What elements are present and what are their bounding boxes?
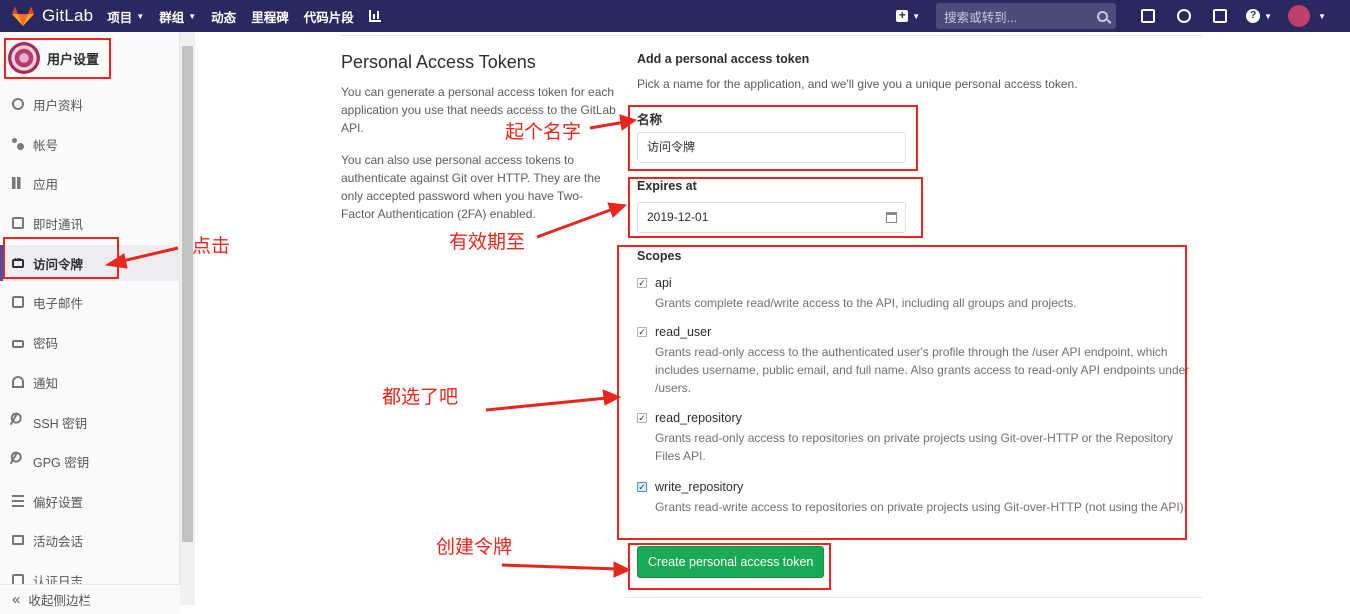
preferences-icon [12, 495, 24, 507]
annotation-click: 点击 [192, 235, 231, 257]
double-chevron-left-icon: « [12, 591, 21, 608]
lock-icon [12, 340, 24, 348]
chevron-down-icon: ▼ [1318, 11, 1326, 21]
search-icon [1097, 10, 1109, 22]
sidebar-item-chat[interactable]: 即时通讯 [0, 205, 180, 241]
gitlab-logo[interactable]: GitLab [12, 0, 107, 32]
chevron-down-icon: ▼ [136, 11, 145, 21]
chevron-down-icon: ▼ [912, 11, 921, 21]
search-input[interactable]: 搜索或转到... [936, 3, 1117, 29]
profile-icon [12, 98, 24, 110]
page-title: Personal Access Tokens [341, 52, 536, 72]
collapse-sidebar-button[interactable]: « 收起侧边栏 [0, 584, 180, 614]
key-icon [9, 413, 27, 431]
form-title: Add a personal access token [637, 52, 810, 66]
sidebar-scrollbar[interactable] [180, 32, 195, 605]
sidebar-item-gpg-keys[interactable]: GPG 密钥 [0, 443, 180, 479]
sidebar-item-preferences[interactable]: 偏好设置 [0, 483, 180, 519]
divider [340, 35, 1202, 36]
user-avatar [1288, 5, 1311, 27]
sidebar-item-password[interactable]: 密码 [0, 324, 180, 360]
plus-icon: + [896, 9, 909, 22]
annotation-box-access-tokens [3, 237, 119, 279]
sidebar-item-ssh-keys[interactable]: SSH 密钥 [0, 404, 180, 440]
help-dropdown[interactable]: ? ▼ [1246, 9, 1272, 23]
brand-name: GitLab [42, 6, 94, 25]
settings-sidebar: 用户设置 用户资料 帐号 应用 即时通讯 访问令牌 电子邮件 密码 通知 SSH… [0, 32, 180, 614]
sidebar-item-active-sessions[interactable]: 活动会话 [0, 522, 180, 558]
scrollbar-thumb[interactable] [182, 46, 193, 542]
nav-chart-icon[interactable] [368, 10, 381, 22]
annotation-box-create [628, 543, 831, 590]
annotation-expiry: 有效期至 [449, 231, 526, 253]
chevron-down-icon: ▼ [1264, 11, 1273, 21]
sidebar-item-account[interactable]: 帐号 [0, 126, 180, 162]
annotation-box-sidebar-header [4, 38, 111, 79]
sidebar-item-emails[interactable]: 电子邮件 [0, 284, 180, 320]
key-icon [9, 452, 27, 470]
sidebar-item-notifications[interactable]: 通知 [0, 364, 180, 400]
nav-projects[interactable]: 项目 ▼ [107, 7, 144, 26]
annotation-name-it: 起个名字 [505, 121, 582, 143]
form-hint: Pick a name for the application, and we'… [637, 77, 1078, 91]
monitor-icon [12, 535, 24, 545]
todo-icon[interactable] [1213, 9, 1228, 23]
chat-icon [12, 217, 24, 229]
merge-request-icon[interactable] [1177, 9, 1192, 23]
new-dropdown[interactable]: + ▼ [896, 9, 921, 22]
sidebar-item-profile[interactable]: 用户资料 [0, 86, 180, 122]
bell-icon [12, 376, 24, 388]
sidebar-item-applications[interactable]: 应用 [0, 165, 180, 201]
help-icon: ? [1246, 9, 1261, 23]
annotation-box-scopes [617, 245, 1187, 540]
tanuki-icon [12, 6, 34, 26]
top-navbar: GitLab 项目 ▼ 群组 ▼ 动态 里程碑 代码片段 + ▼ 搜索或转到... ?… [0, 0, 1350, 32]
nav-activity[interactable]: 动态 [211, 7, 236, 26]
applications-icon [12, 177, 24, 189]
divider [625, 597, 1202, 598]
nav-snippets[interactable]: 代码片段 [304, 7, 354, 26]
annotation-box-expires [628, 177, 923, 238]
annotation-box-name [628, 105, 918, 171]
email-icon [12, 296, 24, 308]
account-icon [12, 138, 24, 150]
chevron-down-icon: ▼ [188, 11, 197, 21]
nav-groups[interactable]: 群组 ▼ [159, 7, 196, 26]
intro-text-2fa: You can also use personal access tokens … [341, 153, 601, 221]
annotation-create-token: 创建令牌 [436, 536, 513, 558]
sidebar-icon[interactable] [1141, 9, 1156, 23]
user-menu[interactable]: ▼ [1288, 5, 1326, 27]
nav-milestones[interactable]: 里程碑 [251, 7, 289, 26]
annotation-select-all: 都选了吧 [382, 386, 459, 408]
